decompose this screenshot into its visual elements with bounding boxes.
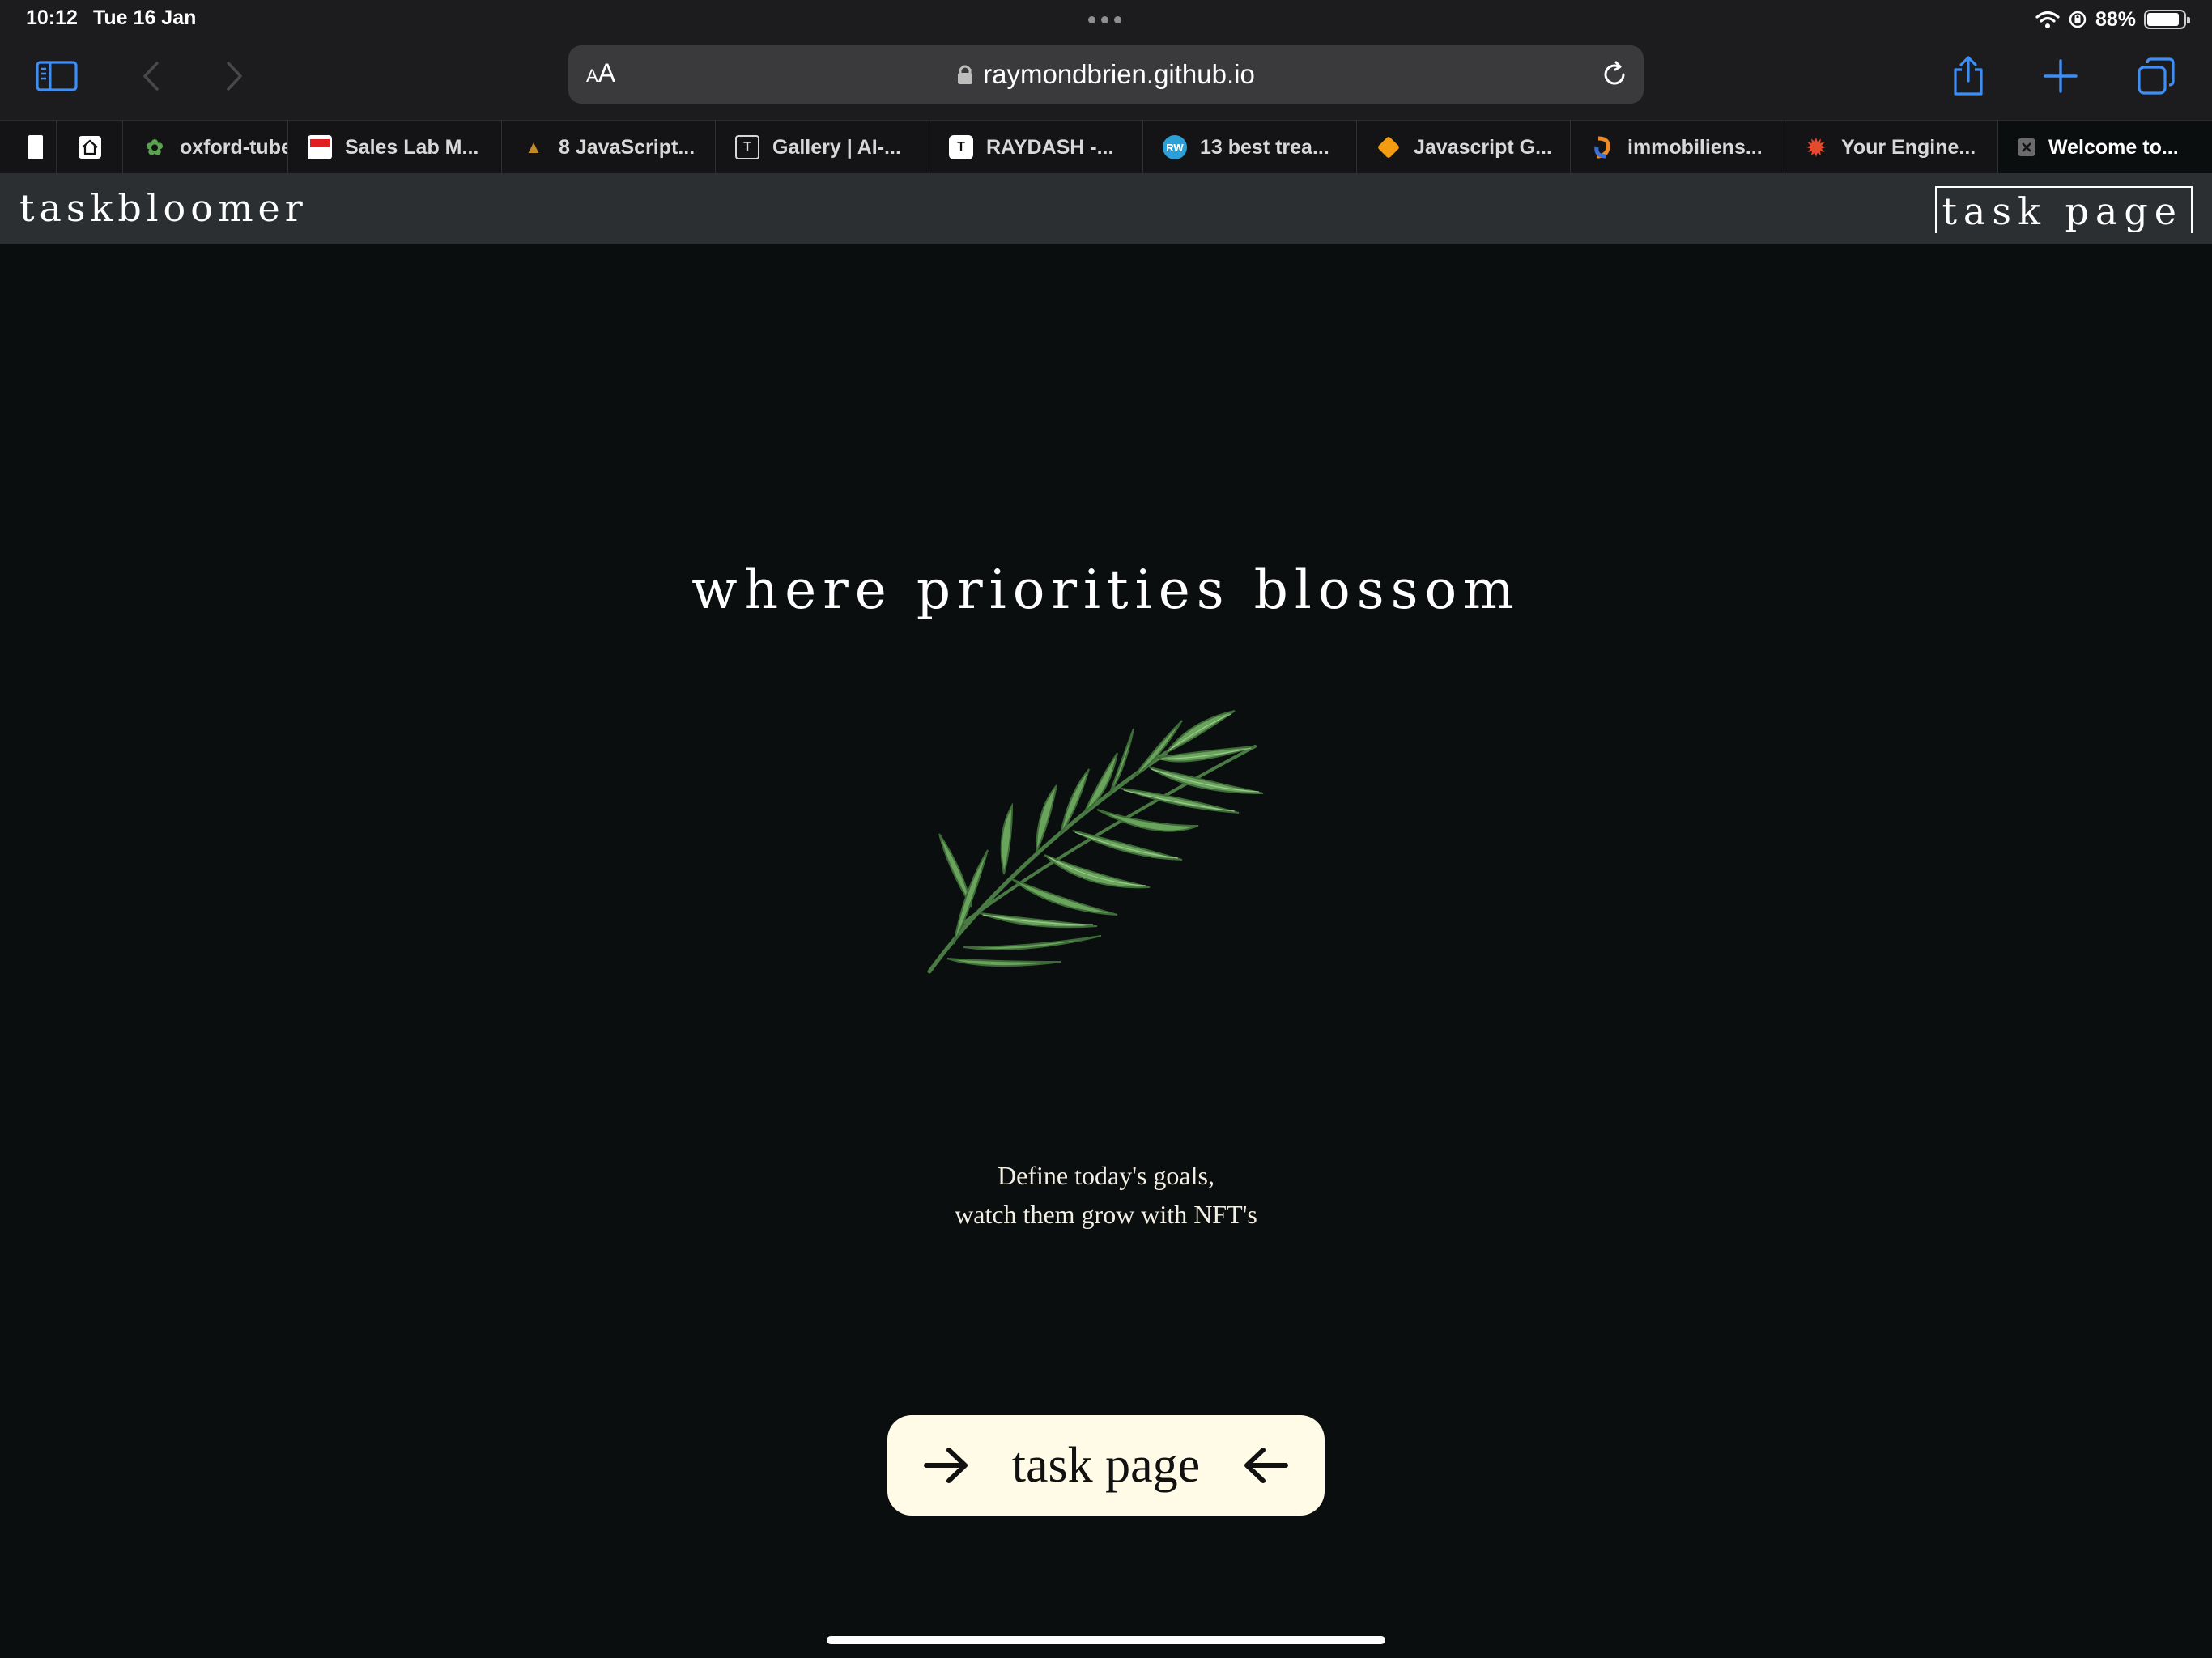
sidebar-icon — [36, 61, 78, 91]
share-button[interactable] — [1946, 52, 1990, 100]
gear-favicon-icon: ✹ — [1806, 134, 1826, 160]
pinned-tab-home[interactable] — [57, 121, 123, 174]
home-icon — [78, 136, 101, 159]
status-date: Tue 16 Jan — [93, 6, 197, 29]
red-box-favicon-icon — [308, 135, 332, 159]
status-time: 10:12 — [26, 6, 78, 29]
chevron-left-icon — [143, 62, 159, 91]
tagline-line-1: Define today's goals, — [998, 1161, 1214, 1190]
tab-overview-button[interactable] — [2134, 53, 2178, 99]
status-indicators: 88% — [2035, 5, 2190, 34]
tab-item[interactable]: ▲ 8 JavaScript... — [502, 121, 716, 174]
task-page-nav-link[interactable]: task page — [1935, 186, 2193, 233]
arrow-right-icon — [924, 1448, 968, 1483]
tab-item[interactable]: ✿ oxford-tube — [123, 121, 288, 174]
swirl-favicon-icon — [1590, 135, 1614, 159]
rosemary-sprig-illustration — [927, 710, 1264, 974]
reload-icon — [1604, 61, 1625, 85]
site-header: taskbloomer task page — [0, 173, 2212, 244]
tab-item[interactable]: T RAYDASH -... — [929, 121, 1143, 174]
tab-item[interactable]: ✹ Your Engine... — [1784, 121, 1998, 174]
forward-button[interactable] — [219, 53, 251, 99]
hero-title: where priorities blossom — [691, 559, 1521, 621]
plus-icon — [2044, 59, 2078, 93]
tabs-overview-icon — [2138, 57, 2175, 95]
address-bar[interactable]: AA raymondbrien.github.io — [568, 45, 1644, 104]
close-icon — [2022, 142, 2031, 152]
leaf-favicon-icon: ✿ — [146, 134, 164, 159]
tagline-line-2: watch them grow with NFT's — [955, 1200, 1257, 1229]
battery-percentage: 88% — [2095, 7, 2136, 31]
sidebar-toggle-button[interactable] — [32, 53, 81, 99]
reload-button[interactable] — [1600, 60, 1629, 93]
tab-item[interactable]: immobiliens... — [1571, 121, 1784, 174]
tab-item[interactable]: Javascript G... — [1357, 121, 1571, 174]
hero-tagline: Define today's goals, watch them grow wi… — [0, 1156, 2212, 1234]
new-tab-button[interactable] — [2039, 53, 2082, 99]
t-circle-favicon-icon: T — [949, 135, 973, 159]
wifi-icon — [2035, 11, 2060, 28]
back-button[interactable] — [134, 53, 167, 99]
orientation-lock-icon — [2069, 11, 2087, 28]
url-text: raymondbrien.github.io — [983, 59, 1255, 89]
tab-item[interactable]: RW 13 best trea... — [1143, 121, 1357, 174]
share-icon — [1954, 56, 1983, 96]
status-bar: 10:12 Tue 16 Jan 88% — [0, 0, 2212, 39]
tab-item[interactable]: T Gallery | AI-... — [716, 121, 929, 174]
site-logo[interactable]: taskbloomer — [19, 186, 308, 230]
arrow-left-icon — [1244, 1448, 1288, 1483]
tab-item-active[interactable]: Welcome to... — [1998, 121, 2212, 174]
t-favicon-icon: T — [735, 135, 759, 159]
task-page-cta-button[interactable]: task page — [887, 1415, 1325, 1516]
rw-favicon-icon: RW — [1163, 135, 1187, 159]
multitasking-menu-icon[interactable] — [1088, 16, 1121, 23]
tab-item[interactable]: Sales Lab M... — [288, 121, 502, 174]
lock-icon — [958, 65, 973, 84]
pinned-tab[interactable] — [15, 121, 57, 174]
orange-diamond-icon — [1376, 135, 1401, 159]
close-tab-button[interactable] — [2018, 138, 2035, 156]
home-indicator[interactable] — [827, 1636, 1385, 1644]
browser-toolbar: AA raymondbrien.github.io — [0, 39, 2212, 120]
battery-icon — [2144, 10, 2190, 29]
tab-bar: ✿ oxford-tube Sales Lab M... ▲ 8 JavaScr… — [0, 120, 2212, 174]
graduation-hat-icon: ▲ — [525, 137, 542, 157]
battery-level-fill — [2147, 13, 2179, 26]
cta-label: task page — [1011, 1437, 1201, 1493]
chevron-right-icon — [227, 62, 242, 91]
